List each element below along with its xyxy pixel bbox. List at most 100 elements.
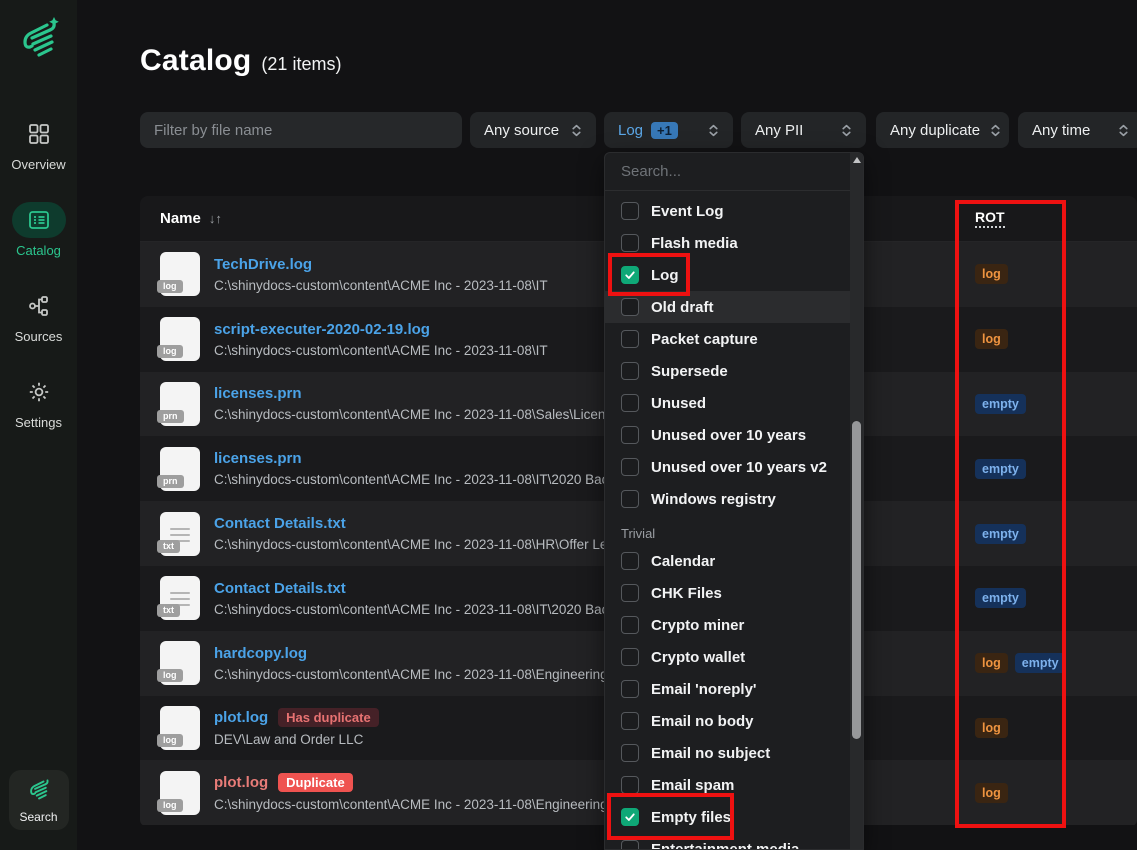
file-icon: prn xyxy=(160,447,200,491)
checkbox-checked-icon[interactable] xyxy=(621,808,639,826)
dropdown-option-packet-capture[interactable]: Packet capture xyxy=(605,323,863,355)
dropdown-option-log[interactable]: Log xyxy=(605,259,863,291)
sidebar-item-search[interactable]: Search xyxy=(9,770,69,830)
checkbox-icon[interactable] xyxy=(621,552,639,570)
checkbox-icon[interactable] xyxy=(621,776,639,794)
filter-dropdown-any-pii[interactable]: Any PII xyxy=(741,112,866,148)
sidebar-item-label: Settings xyxy=(15,415,62,430)
file-name-link[interactable]: Contact Details.txt xyxy=(214,515,346,532)
file-path: C:\shinydocs-custom\content\ACME Inc - 2… xyxy=(214,472,634,487)
filter-dropdown-label: Any source xyxy=(484,122,559,139)
rot-tags: log xyxy=(975,264,1008,284)
checkbox-icon[interactable] xyxy=(621,744,639,762)
dropdown-option-event-log[interactable]: Event Log xyxy=(605,195,863,227)
checkbox-icon[interactable] xyxy=(621,712,639,730)
checkbox-checked-icon[interactable] xyxy=(621,266,639,284)
dropdown-option-empty-files[interactable]: Empty files xyxy=(605,801,863,833)
filter-dropdown-label: Any duplicate xyxy=(890,122,980,139)
checkbox-icon[interactable] xyxy=(621,202,639,220)
dropdown-option-label: Entertainment media xyxy=(651,841,799,850)
filter-by-name-input[interactable] xyxy=(140,112,462,148)
file-icon: log xyxy=(160,641,200,685)
filter-dropdown-any-time[interactable]: Any time xyxy=(1018,112,1137,148)
column-header-name[interactable]: Name xyxy=(160,210,201,227)
file-name-link[interactable]: plot.log xyxy=(214,709,268,726)
dropdown-option-flash-media[interactable]: Flash media xyxy=(605,227,863,259)
file-icon: log xyxy=(160,317,200,361)
filter-dropdown-any-duplicate[interactable]: Any duplicate xyxy=(876,112,1009,148)
checkbox-icon[interactable] xyxy=(621,330,639,348)
dropdown-option-unused-over-10-years[interactable]: Unused over 10 years xyxy=(605,419,863,451)
checkbox-icon[interactable] xyxy=(621,458,639,476)
file-name-link[interactable]: script-executer-2020-02-19.log xyxy=(214,321,430,338)
dropdown-option-email-no-subject[interactable]: Email no subject xyxy=(605,737,863,769)
file-path: C:\shinydocs-custom\content\ACME Inc - 2… xyxy=(214,537,634,552)
dropdown-search-input[interactable] xyxy=(605,153,863,191)
checkbox-icon[interactable] xyxy=(621,584,639,602)
scrollbar-thumb[interactable] xyxy=(852,421,861,739)
file-name-link[interactable]: plot.log xyxy=(214,774,268,791)
file-name-link[interactable]: TechDrive.log xyxy=(214,256,312,273)
file-icon: prn xyxy=(160,382,200,426)
checkbox-icon[interactable] xyxy=(621,362,639,380)
dropdown-option-entertainment-media[interactable]: Entertainment media xyxy=(605,833,863,850)
sidebar-item-overview[interactable]: Overview xyxy=(0,116,77,172)
checkbox-icon[interactable] xyxy=(621,426,639,444)
sidebar-item-catalog[interactable]: Catalog xyxy=(0,202,77,258)
dropdown-option-label: Email no subject xyxy=(651,745,770,762)
dropdown-option-old-draft[interactable]: Old draft xyxy=(605,291,863,323)
chevron-up-down-icon xyxy=(1116,123,1131,138)
file-path: DEV\Law and Order LLC xyxy=(214,732,379,747)
checkbox-icon[interactable] xyxy=(621,840,639,850)
dropdown-option-label: Supersede xyxy=(651,363,728,380)
file-name-link[interactable]: hardcopy.log xyxy=(214,645,307,662)
dropdown-option-email-no-body[interactable]: Email no body xyxy=(605,705,863,737)
dropdown-option-crypto-miner[interactable]: Crypto miner xyxy=(605,609,863,641)
app-logo-icon xyxy=(16,16,62,64)
sidebar-item-sources[interactable]: Sources xyxy=(0,288,77,344)
dropdown-scrollbar[interactable] xyxy=(850,153,863,850)
file-name-link[interactable]: licenses.prn xyxy=(214,450,302,467)
dropdown-option-label: Email no body xyxy=(651,713,754,730)
dropdown-option-label: Calendar xyxy=(651,553,715,570)
search-logo-icon xyxy=(25,777,53,808)
dropdown-option-calendar[interactable]: Calendar xyxy=(605,545,863,577)
filter-dropdown-label: Any time xyxy=(1032,122,1090,139)
column-header-rot[interactable]: ROT xyxy=(975,209,1005,228)
dropdown-option-unused-over-10-years-v2[interactable]: Unused over 10 years v2 xyxy=(605,451,863,483)
sort-icon[interactable]: ↓↑ xyxy=(209,211,222,226)
chevron-up-down-icon xyxy=(988,123,1003,138)
checkbox-icon[interactable] xyxy=(621,234,639,252)
dropdown-option-crypto-wallet[interactable]: Crypto wallet xyxy=(605,641,863,673)
dropdown-option-supersede[interactable]: Supersede xyxy=(605,355,863,387)
sidebar-item-label: Catalog xyxy=(16,243,61,258)
sidebar-item-settings[interactable]: Settings xyxy=(0,374,77,430)
rot-filter-dropdown-panel: Event LogFlash mediaLogOld draftPacket c… xyxy=(604,152,864,850)
rot-tags: empty xyxy=(975,394,1026,414)
dropdown-option-windows-registry[interactable]: Windows registry xyxy=(605,483,863,515)
rot-tag-empty: empty xyxy=(975,459,1026,479)
checkbox-icon[interactable] xyxy=(621,616,639,634)
duplicate-badge: Duplicate xyxy=(278,773,353,792)
file-extension-badge: prn xyxy=(157,410,184,423)
checkbox-icon[interactable] xyxy=(621,680,639,698)
checkbox-icon[interactable] xyxy=(621,394,639,412)
file-path: C:\shinydocs-custom\content\ACME Inc - 2… xyxy=(214,407,639,422)
checkbox-icon[interactable] xyxy=(621,648,639,666)
checkbox-icon[interactable] xyxy=(621,298,639,316)
file-icon: txt xyxy=(160,512,200,556)
file-name-link[interactable]: licenses.prn xyxy=(214,385,302,402)
filter-dropdown-log[interactable]: Log+1 xyxy=(604,112,733,148)
checkbox-icon[interactable] xyxy=(621,490,639,508)
file-name-link[interactable]: Contact Details.txt xyxy=(214,580,346,597)
dropdown-option-label: Unused xyxy=(651,395,706,412)
filter-dropdown-any-source[interactable]: Any source xyxy=(470,112,596,148)
dropdown-option-unused[interactable]: Unused xyxy=(605,387,863,419)
dropdown-option-email-spam[interactable]: Email spam xyxy=(605,769,863,801)
dropdown-option-label: Unused over 10 years v2 xyxy=(651,459,827,476)
scrollbar-up-arrow-icon[interactable] xyxy=(853,157,861,163)
item-count: (21 items) xyxy=(261,54,341,75)
dropdown-option-chk-files[interactable]: CHK Files xyxy=(605,577,863,609)
dropdown-option-email-noreply-[interactable]: Email 'noreply' xyxy=(605,673,863,705)
file-extension-badge: log xyxy=(157,345,183,358)
